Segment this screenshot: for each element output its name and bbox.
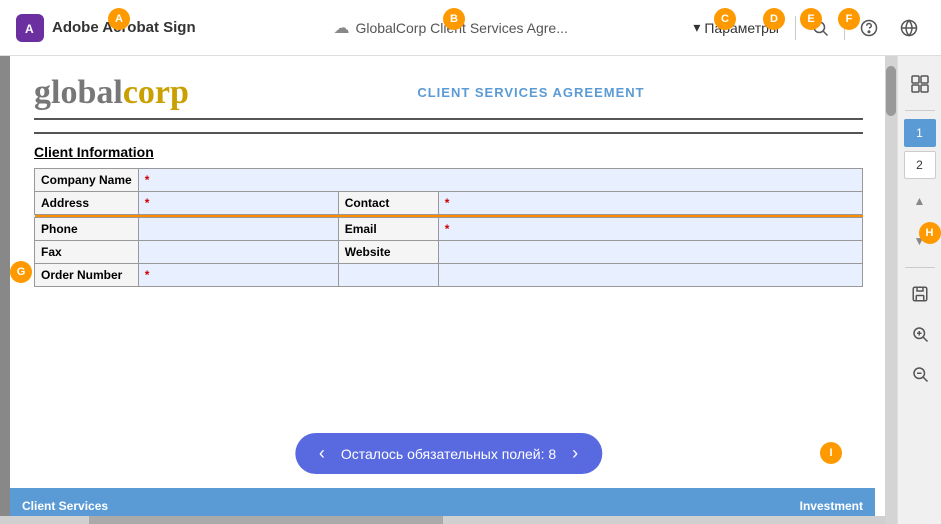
save-button[interactable] — [902, 276, 938, 312]
cloud-icon: ☁ — [333, 18, 349, 38]
agreement-title: CLIENT SERVICES AGREEMENT — [417, 85, 644, 100]
annotation-b: B — [443, 8, 465, 30]
fax-value[interactable] — [138, 241, 338, 264]
next-field-button[interactable]: › — [572, 443, 578, 464]
app-header: A B C D E F A Adobe Acrobat Sign ☁ Globa… — [0, 0, 941, 56]
footer-right-label: Investment — [800, 499, 863, 513]
website-label: Website — [338, 241, 438, 264]
table-row: Phone Email * — [35, 218, 863, 241]
sidebar-divider2 — [905, 267, 935, 268]
table-row: Order Number * — [35, 264, 863, 287]
annotation-i: I — [820, 442, 842, 464]
empty-cell2 — [438, 264, 862, 287]
grid-view-button[interactable] — [902, 66, 938, 102]
annotation-a: A — [108, 8, 130, 30]
annotation-h: H — [919, 222, 941, 244]
phone-value[interactable] — [138, 218, 338, 241]
zoom-in-button[interactable] — [902, 316, 938, 352]
scroll-up-button[interactable]: ▲ — [902, 183, 938, 219]
prev-field-button[interactable]: ‹ — [319, 443, 325, 464]
annotation-c: C — [714, 8, 736, 30]
section-title: Client Information — [34, 144, 863, 160]
globe-button[interactable] — [893, 12, 925, 44]
footer-left-label: Client Services — [22, 499, 108, 513]
header-divider — [795, 16, 796, 40]
order-number-label: Order Number — [35, 264, 139, 287]
required-fields-text: Осталось обязательных полей: 8 — [341, 446, 556, 462]
empty-cell1 — [338, 264, 438, 287]
annotation-d: D — [763, 8, 785, 30]
svg-text:A: A — [25, 22, 34, 36]
scrollbar-thumb — [886, 66, 896, 116]
zoom-out-button[interactable] — [902, 356, 938, 392]
h-scrollbar-thumb — [89, 516, 443, 524]
vertical-scrollbar[interactable] — [885, 56, 897, 524]
contact-label: Contact — [338, 192, 438, 215]
fax-label: Fax — [35, 241, 139, 264]
table-row: Company Name * — [35, 169, 863, 192]
page-1-thumb[interactable]: 1 — [904, 119, 936, 147]
params-chevron: ▾ — [693, 19, 700, 36]
client-info-table: Company Name * Address * Contact * — [34, 168, 863, 287]
document-header: global corp CLIENT SERVICES AGREEMENT — [34, 76, 863, 120]
company-name-value[interactable]: * — [138, 169, 862, 192]
table-row: Address * Contact * — [35, 192, 863, 215]
annotation-f: F — [838, 8, 860, 30]
logo-global: global — [34, 76, 123, 110]
contact-value[interactable]: * — [438, 192, 862, 215]
website-value[interactable] — [438, 241, 862, 264]
acrobat-sign-icon: A — [16, 14, 44, 42]
right-sidebar: H I 1 2 ▲ ▼ — [897, 56, 941, 524]
page-2-thumb[interactable]: 2 — [904, 151, 936, 179]
annotation-g: G — [10, 261, 32, 283]
annotation-e: E — [800, 8, 822, 30]
company-name-label: Company Name — [35, 169, 139, 192]
address-value[interactable]: * — [138, 192, 338, 215]
sidebar-divider1 — [905, 110, 935, 111]
table-row: Fax Website — [35, 241, 863, 264]
order-number-value[interactable]: * — [138, 264, 338, 287]
email-label: Email — [338, 218, 438, 241]
main-container: G global corp CLIENT SERVICES AGREEMENT … — [0, 56, 941, 524]
email-value[interactable]: * — [438, 218, 862, 241]
agreement-title-area: CLIENT SERVICES AGREEMENT — [199, 84, 863, 102]
document-area: G global corp CLIENT SERVICES AGREEMENT … — [0, 56, 897, 524]
phone-label: Phone — [35, 218, 139, 241]
logo-corp: corp — [123, 76, 189, 110]
document-page: G global corp CLIENT SERVICES AGREEMENT … — [10, 56, 887, 524]
globalcorp-logo: global corp — [34, 76, 189, 110]
address-label: Address — [35, 192, 139, 215]
horizontal-scrollbar[interactable] — [0, 516, 885, 524]
required-fields-bar: ‹ Осталось обязательных полей: 8 › — [295, 433, 602, 474]
header-rule — [34, 132, 863, 134]
